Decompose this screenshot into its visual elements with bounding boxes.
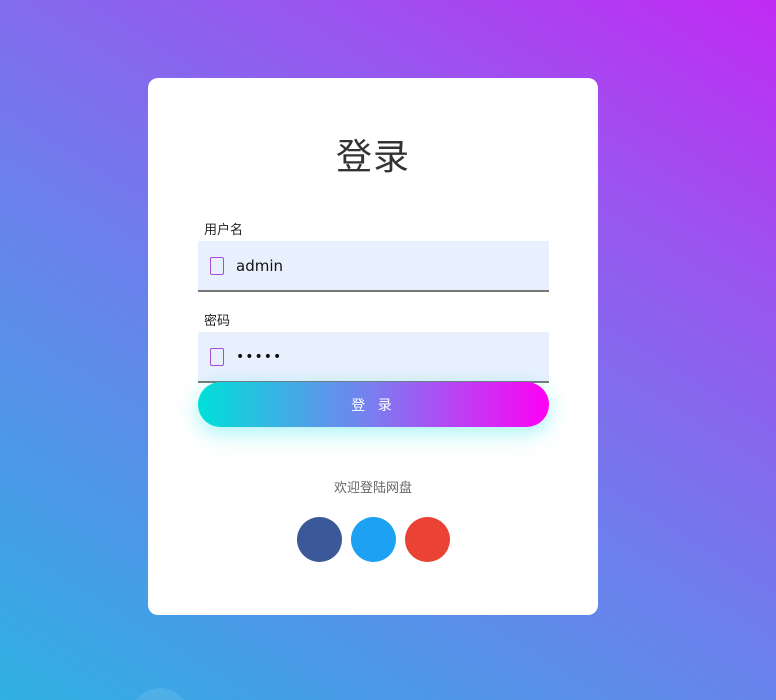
- twitter-login-button[interactable]: [351, 517, 396, 562]
- social-login-group: [297, 517, 450, 562]
- password-label: 密码: [204, 314, 231, 329]
- username-value[interactable]: admin: [236, 257, 283, 275]
- background-decoration: [130, 688, 190, 700]
- login-button[interactable]: 登 录: [198, 382, 549, 427]
- password-field[interactable]: •••••: [198, 332, 549, 383]
- username-field[interactable]: admin: [198, 241, 549, 292]
- google-login-button[interactable]: [405, 517, 450, 562]
- login-card: 登录 用户名 admin 密码 ••••• 登 录 欢迎登陆网盘: [148, 78, 598, 615]
- user-icon: [210, 256, 224, 275]
- username-label: 用户名: [204, 223, 244, 238]
- page-title: 登录: [335, 137, 410, 178]
- password-value[interactable]: •••••: [236, 349, 282, 365]
- welcome-text: 欢迎登陆网盘: [333, 481, 412, 496]
- facebook-login-button[interactable]: [297, 517, 342, 562]
- lock-icon: [210, 347, 224, 366]
